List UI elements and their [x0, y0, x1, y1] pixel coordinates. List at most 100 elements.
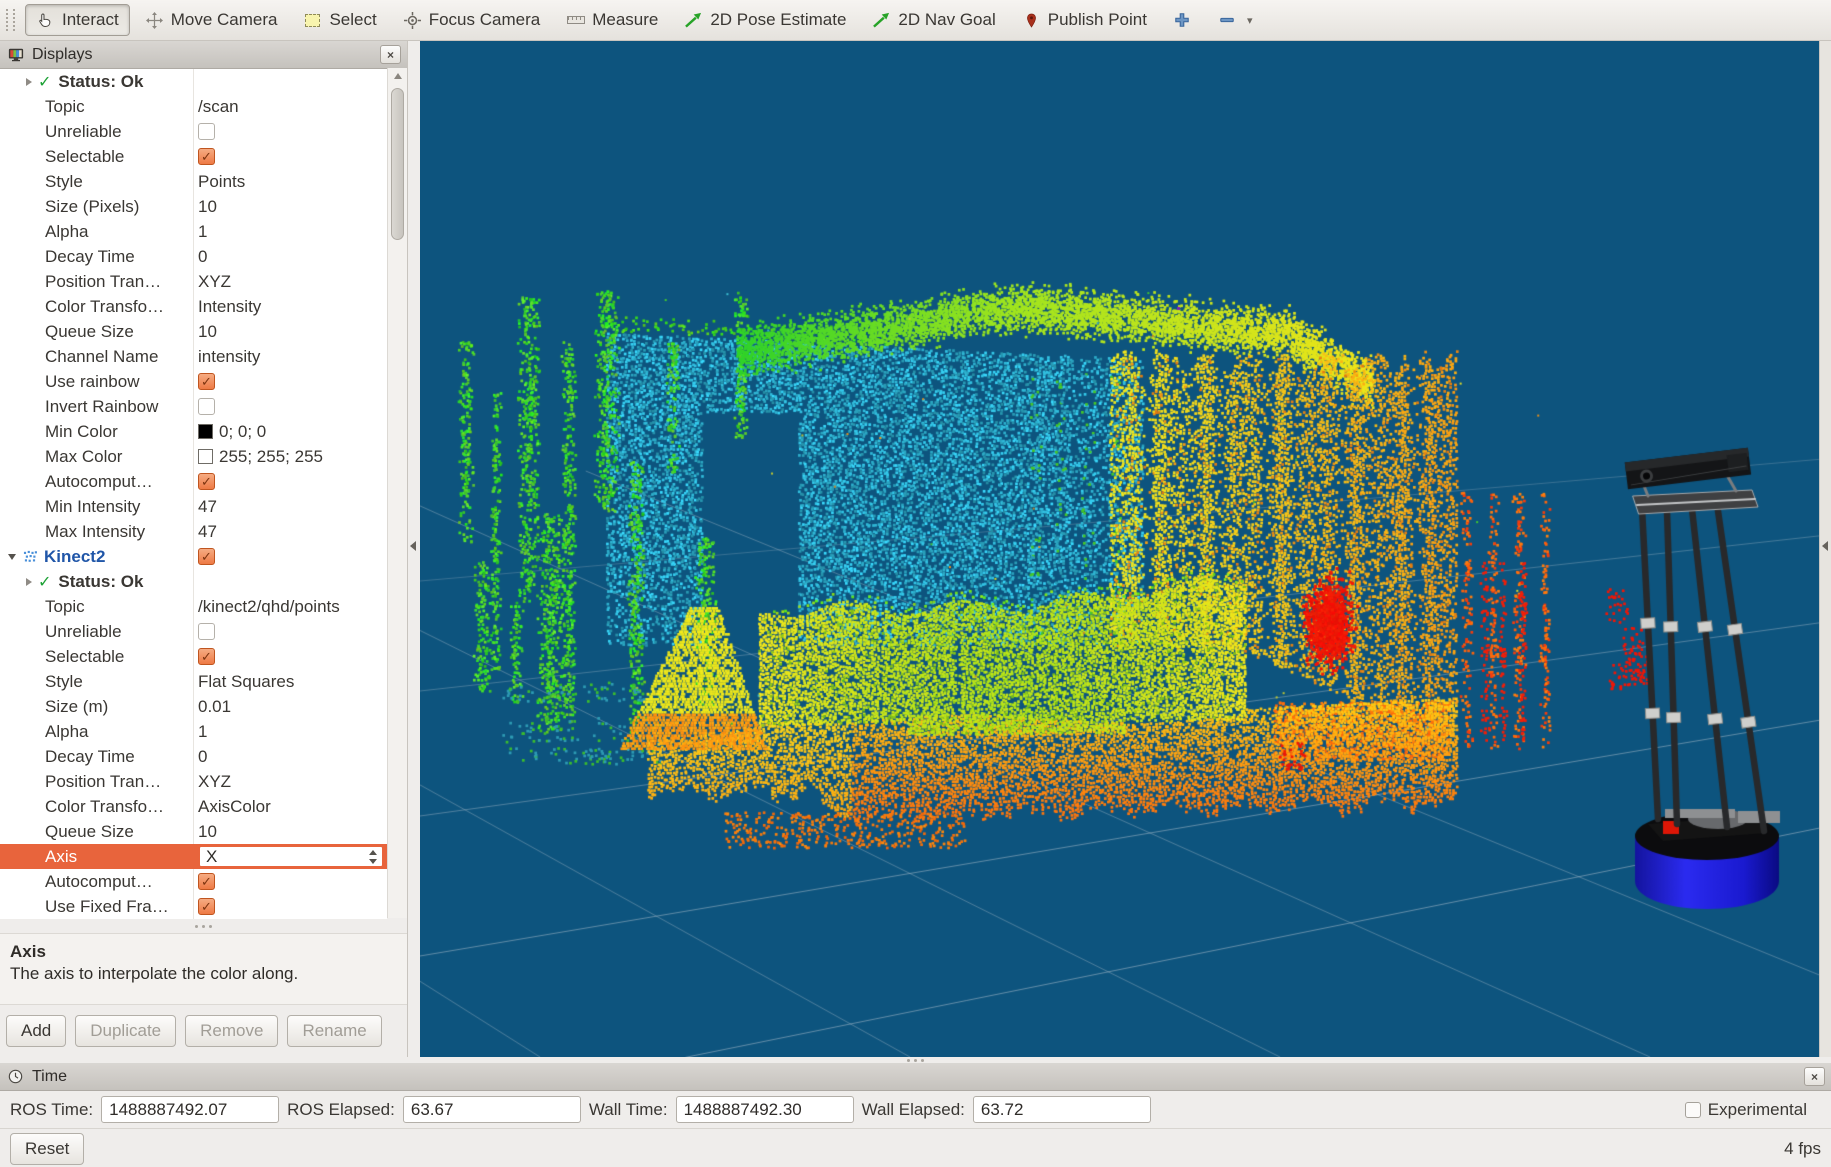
- row-value: 0; 0; 0: [219, 422, 266, 442]
- tree-row-topic[interactable]: Topic/kinect2/qhd/points: [0, 594, 387, 619]
- tree-description-splitter[interactable]: [0, 919, 407, 933]
- tree-row-invert-rainbow[interactable]: Invert Rainbow✓: [0, 394, 387, 419]
- time-bottom-row: Reset 4 fps: [0, 1128, 1831, 1167]
- tree-row-alpha[interactable]: Alpha1: [0, 219, 387, 244]
- row-value: Intensity: [198, 297, 261, 317]
- row-label: Size (m): [45, 697, 108, 717]
- tree-scrollbar-thumb[interactable]: [391, 88, 404, 240]
- tree-row-color-transfo[interactable]: Color Transfo…Intensity: [0, 294, 387, 319]
- tree-row-unreliable[interactable]: Unreliable✓: [0, 619, 387, 644]
- right-panel-collapsed-strip[interactable]: [1819, 41, 1831, 1057]
- ros-time-input[interactable]: [101, 1096, 279, 1123]
- wall-time-input[interactable]: [676, 1096, 854, 1123]
- 3d-scene-canvas[interactable]: [420, 41, 1819, 1057]
- tree-row-autocomput[interactable]: Autocomput…✓: [0, 869, 387, 894]
- rename-button[interactable]: Rename: [287, 1015, 381, 1047]
- chevron-down-icon[interactable]: ▾: [1247, 14, 1253, 27]
- add-button[interactable]: Add: [6, 1015, 66, 1047]
- wall-elapsed-input[interactable]: [973, 1096, 1151, 1123]
- tree-row-decay-time[interactable]: Decay Time0: [0, 744, 387, 769]
- tree-row-unreliable[interactable]: Unreliable✓: [0, 119, 387, 144]
- tree-row-decay-time[interactable]: Decay Time0: [0, 244, 387, 269]
- tool-publish-point[interactable]: Publish Point: [1011, 4, 1158, 36]
- time-panel: Time × ROS Time:ROS Elapsed:Wall Time:Wa…: [0, 1063, 1831, 1167]
- row-label: Use rainbow: [45, 372, 140, 392]
- ros-elapsed-input[interactable]: [403, 1096, 581, 1123]
- tree-row-status-ok[interactable]: ✓Status: Ok: [0, 569, 387, 594]
- tool-2d-pose-estimate[interactable]: 2D Pose Estimate: [673, 4, 857, 36]
- tree-row-selectable[interactable]: Selectable✓: [0, 644, 387, 669]
- checkbox-checked[interactable]: ✓: [198, 148, 215, 165]
- tree-scrollbar[interactable]: [387, 68, 407, 918]
- toolbar-drag-handle[interactable]: [6, 9, 15, 31]
- scroll-up-icon[interactable]: [388, 68, 407, 84]
- tree-row-autocomput[interactable]: Autocomput…✓: [0, 469, 387, 494]
- tool-select[interactable]: Select: [292, 4, 387, 36]
- collapse-right-icon[interactable]: [1822, 541, 1828, 551]
- 3d-viewport[interactable]: [420, 41, 1819, 1057]
- tree-row-status-ok[interactable]: ✓Status: Ok: [0, 69, 387, 94]
- checkbox-unchecked[interactable]: ✓: [198, 123, 215, 140]
- tree-row-alpha[interactable]: Alpha1: [0, 719, 387, 744]
- tree-row-size-pixels[interactable]: Size (Pixels)10: [0, 194, 387, 219]
- tree-row-min-color[interactable]: Min Color 0; 0; 0: [0, 419, 387, 444]
- displays-close-button[interactable]: ×: [380, 45, 401, 64]
- tree-row-queue-size[interactable]: Queue Size10: [0, 819, 387, 844]
- experimental-checkbox-unchecked[interactable]: [1685, 1102, 1701, 1118]
- tree-row-use-fixed-fra[interactable]: Use Fixed Fra…✓: [0, 894, 387, 919]
- row-label: Topic: [45, 597, 85, 617]
- tree-row-position-tran[interactable]: Position Tran…XYZ: [0, 269, 387, 294]
- checkbox-unchecked[interactable]: ✓: [198, 623, 215, 640]
- checkbox-checked[interactable]: ✓: [198, 873, 215, 890]
- row-label: Status: Ok: [58, 572, 143, 592]
- row-label: Channel Name: [45, 347, 158, 367]
- tree-row-min-intensity[interactable]: Min Intensity47: [0, 494, 387, 519]
- tree-row-max-color[interactable]: Max Color255; 255; 255: [0, 444, 387, 469]
- move-arrows-icon: [145, 11, 164, 30]
- tree-row-topic[interactable]: Topic/scan: [0, 94, 387, 119]
- collapse-left-icon[interactable]: [410, 541, 416, 551]
- tree-row-axis[interactable]: AxisX: [0, 844, 387, 869]
- tree-row-max-intensity[interactable]: Max Intensity47: [0, 519, 387, 544]
- color-swatch[interactable]: [198, 449, 213, 464]
- checkbox-checked[interactable]: ✓: [198, 648, 215, 665]
- checkbox-checked[interactable]: ✓: [198, 548, 215, 565]
- checkbox-checked[interactable]: ✓: [198, 473, 215, 490]
- row-label: Min Color: [45, 422, 118, 442]
- tool-2d-nav-goal[interactable]: 2D Nav Goal: [861, 4, 1006, 36]
- checkbox-checked[interactable]: ✓: [198, 898, 215, 915]
- tool-minus-icon[interactable]: ▾: [1207, 5, 1264, 36]
- tree-row-kinect2[interactable]: Kinect2✓: [0, 544, 387, 569]
- tree-row-selectable[interactable]: Selectable✓: [0, 144, 387, 169]
- duplicate-button[interactable]: Duplicate: [75, 1015, 176, 1047]
- fps-readout: 4 fps: [1784, 1139, 1821, 1159]
- tree-row-channel-name[interactable]: Channel Nameintensity: [0, 344, 387, 369]
- tool-focus-camera[interactable]: Focus Camera: [392, 4, 551, 36]
- axis-combo-editor[interactable]: X: [198, 845, 384, 868]
- color-swatch[interactable]: [198, 424, 213, 439]
- tree-row-style[interactable]: StyleFlat Squares: [0, 669, 387, 694]
- row-label: Size (Pixels): [45, 197, 139, 217]
- tool-move-camera[interactable]: Move Camera: [134, 4, 289, 36]
- time-panel-titlebar[interactable]: Time ×: [0, 1063, 1831, 1091]
- reset-button[interactable]: Reset: [10, 1133, 84, 1165]
- tree-row-use-rainbow[interactable]: Use rainbow ✓: [0, 369, 387, 394]
- tree-row-style[interactable]: StylePoints: [0, 169, 387, 194]
- tool-measure[interactable]: Measure: [555, 4, 669, 36]
- expander-icon[interactable]: [26, 78, 32, 86]
- time-close-button[interactable]: ×: [1804, 1067, 1825, 1086]
- tree-row-size-m[interactable]: Size (m)0.01: [0, 694, 387, 719]
- displays-panel-titlebar[interactable]: Displays ×: [0, 41, 407, 69]
- checkbox-unchecked[interactable]: ✓: [198, 398, 215, 415]
- tree-row-position-tran[interactable]: Position Tran…XYZ: [0, 769, 387, 794]
- expander-icon[interactable]: [26, 578, 32, 586]
- remove-button[interactable]: Remove: [185, 1015, 278, 1047]
- expander-open-icon[interactable]: [8, 554, 16, 560]
- tool-interact[interactable]: Interact: [25, 4, 130, 36]
- tree-row-color-transfo[interactable]: Color Transfo…AxisColor: [0, 794, 387, 819]
- left-panel-splitter[interactable]: [408, 41, 420, 1057]
- tool-plus-icon[interactable]: [1162, 5, 1203, 36]
- tree-row-queue-size[interactable]: Queue Size10: [0, 319, 387, 344]
- checkbox-checked[interactable]: ✓: [198, 373, 215, 390]
- spinner-arrows-icon[interactable]: [366, 847, 379, 866]
